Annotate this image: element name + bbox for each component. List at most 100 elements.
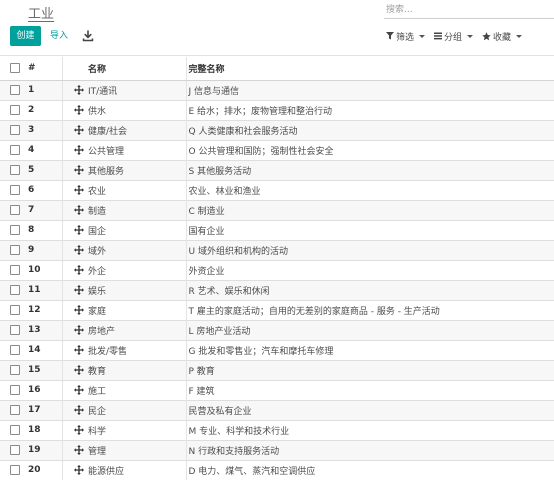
search-input[interactable] xyxy=(384,2,554,19)
import-button[interactable]: 导入 xyxy=(50,27,68,45)
drag-handle[interactable] xyxy=(61,99,86,120)
row-select-cell[interactable] xyxy=(0,319,28,340)
drag-handle-icon[interactable] xyxy=(73,404,84,415)
row-checkbox[interactable] xyxy=(10,144,20,155)
row-select-cell[interactable] xyxy=(0,239,28,260)
row-checkbox[interactable] xyxy=(10,104,20,115)
create-button[interactable]: 创建 xyxy=(10,26,41,46)
drag-handle[interactable] xyxy=(61,459,86,480)
drag-handle-icon[interactable] xyxy=(73,164,84,175)
drag-handle-icon[interactable] xyxy=(73,344,84,355)
row-checkbox[interactable] xyxy=(10,224,20,235)
favorites-dropdown[interactable]: 收藏 xyxy=(482,30,523,43)
group-by-dropdown[interactable]: 分组 xyxy=(434,30,474,43)
drag-handle-icon[interactable] xyxy=(73,324,84,335)
drag-handle-icon[interactable] xyxy=(73,244,84,255)
table-row[interactable]: 17 民企 民营及私有企业 xyxy=(0,399,554,420)
drag-handle[interactable] xyxy=(61,119,86,140)
drag-handle-icon[interactable] xyxy=(73,104,84,115)
row-checkbox[interactable] xyxy=(10,444,20,455)
row-checkbox[interactable] xyxy=(10,184,20,195)
drag-handle[interactable] xyxy=(61,159,86,180)
drag-handle-icon[interactable] xyxy=(73,384,84,395)
row-checkbox[interactable] xyxy=(10,404,20,415)
drag-handle[interactable] xyxy=(61,439,86,460)
row-checkbox[interactable] xyxy=(10,84,20,95)
drag-handle-icon[interactable] xyxy=(73,264,84,275)
row-checkbox[interactable] xyxy=(10,304,20,315)
row-select-cell[interactable] xyxy=(0,79,28,100)
row-select-cell[interactable] xyxy=(0,459,28,480)
row-select-cell[interactable] xyxy=(0,179,28,200)
table-row[interactable]: 8 国企 国有企业 xyxy=(0,219,554,240)
drag-handle-icon[interactable] xyxy=(73,284,84,295)
select-all-cell[interactable] xyxy=(0,57,28,81)
row-checkbox[interactable] xyxy=(10,344,20,355)
table-row[interactable]: 1 IT/通讯 J 信息与通信 xyxy=(0,79,554,100)
table-row[interactable]: 19 管理 N 行政和支持服务活动 xyxy=(0,439,554,460)
row-checkbox[interactable] xyxy=(10,465,20,475)
table-row[interactable]: 9 域外 U 域外组织和机构的活动 xyxy=(0,239,554,260)
row-select-cell[interactable] xyxy=(0,259,28,280)
drag-handle[interactable] xyxy=(61,359,86,380)
row-checkbox[interactable] xyxy=(10,324,20,335)
row-select-cell[interactable] xyxy=(0,279,28,300)
table-row[interactable]: 12 家庭 T 雇主的家庭活动；自用的无差别的家庭商品 - 服务 - 生产活动 xyxy=(0,299,554,320)
drag-handle[interactable] xyxy=(61,239,86,260)
drag-handle[interactable] xyxy=(61,279,86,300)
column-header-name[interactable]: 名称 xyxy=(86,57,186,81)
table-row[interactable]: 3 健康/社会 Q 人类健康和社会服务活动 xyxy=(0,119,554,140)
row-checkbox[interactable] xyxy=(10,364,20,375)
row-select-cell[interactable] xyxy=(0,379,28,400)
row-select-cell[interactable] xyxy=(0,339,28,360)
filter-dropdown[interactable]: 筛选 xyxy=(386,30,426,43)
row-checkbox[interactable] xyxy=(10,164,20,175)
row-select-cell[interactable] xyxy=(0,359,28,380)
drag-handle-icon[interactable] xyxy=(73,224,84,235)
drag-handle[interactable] xyxy=(61,139,86,160)
drag-handle-icon[interactable] xyxy=(73,304,84,315)
table-row[interactable]: 7 制造 C 制造业 xyxy=(0,199,554,220)
table-row[interactable]: 2 供水 E 给水；排水；废物管理和整治行动 xyxy=(0,99,554,120)
drag-handle[interactable] xyxy=(61,399,86,420)
drag-handle[interactable] xyxy=(61,419,86,440)
row-select-cell[interactable] xyxy=(0,419,28,440)
row-select-cell[interactable] xyxy=(0,139,28,160)
drag-handle-icon[interactable] xyxy=(73,204,84,215)
table-row[interactable]: 13 房地产 L 房地产业活动 xyxy=(0,319,554,340)
drag-handle[interactable] xyxy=(61,339,86,360)
table-row[interactable]: 18 科学 M 专业、科学和技术行业 xyxy=(0,419,554,440)
drag-handle[interactable] xyxy=(61,219,86,240)
drag-handle[interactable] xyxy=(61,379,86,400)
drag-handle-icon[interactable] xyxy=(73,465,84,475)
row-checkbox[interactable] xyxy=(10,284,20,295)
drag-handle-icon[interactable] xyxy=(73,184,84,195)
drag-handle[interactable] xyxy=(61,319,86,340)
drag-handle[interactable] xyxy=(61,79,86,100)
row-checkbox[interactable] xyxy=(10,124,20,135)
row-checkbox[interactable] xyxy=(10,264,20,275)
table-row[interactable]: 11 娱乐 R 艺术、娱乐和休闲 xyxy=(0,279,554,300)
row-select-cell[interactable] xyxy=(0,219,28,240)
row-checkbox[interactable] xyxy=(10,384,20,395)
drag-handle-icon[interactable] xyxy=(73,364,84,375)
table-row[interactable]: 4 公共管理 O 公共管理和国防；强制性社会安全 xyxy=(0,139,554,160)
drag-handle-icon[interactable] xyxy=(73,144,84,155)
breadcrumb[interactable]: 工业 xyxy=(28,3,54,22)
row-select-cell[interactable] xyxy=(0,299,28,320)
drag-handle[interactable] xyxy=(61,199,86,220)
download-icon[interactable] xyxy=(81,29,95,43)
column-header-full-name[interactable]: 完整名称 xyxy=(185,57,554,81)
table-row[interactable]: 5 其他服务 S 其他服务活动 xyxy=(0,159,554,180)
table-row[interactable]: 14 批发/零售 G 批发和零售业；汽车和摩托车修理 xyxy=(0,339,554,360)
drag-handle-icon[interactable] xyxy=(73,424,84,435)
row-select-cell[interactable] xyxy=(0,159,28,180)
drag-handle-icon[interactable] xyxy=(73,84,84,95)
row-select-cell[interactable] xyxy=(0,439,28,460)
drag-handle[interactable] xyxy=(61,179,86,200)
row-select-cell[interactable] xyxy=(0,99,28,120)
drag-handle-icon[interactable] xyxy=(73,444,84,455)
table-row[interactable]: 20 能源供应 D 电力、煤气、蒸汽和空调供应 xyxy=(0,459,554,480)
table-row[interactable]: 16 施工 F 建筑 xyxy=(0,379,554,400)
row-select-cell[interactable] xyxy=(0,119,28,140)
